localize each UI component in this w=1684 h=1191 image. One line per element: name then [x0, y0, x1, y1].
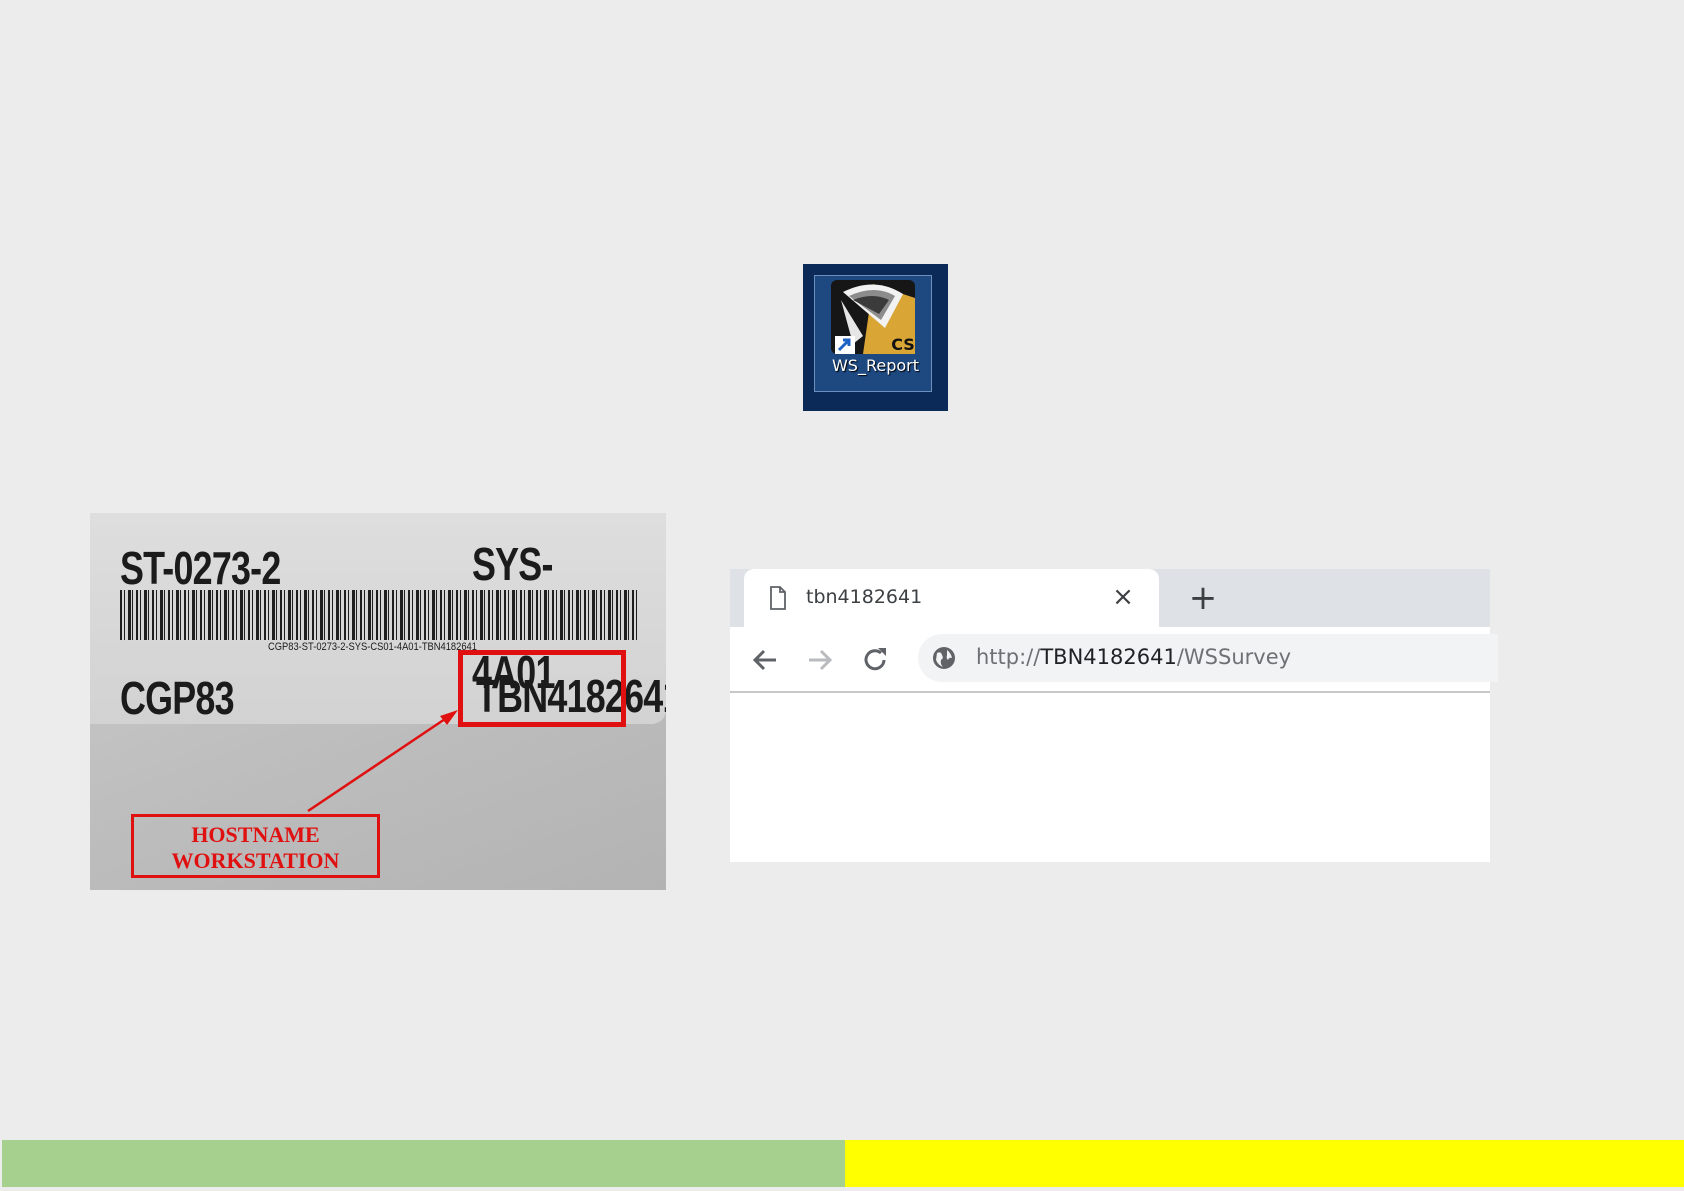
- globe-icon: [933, 647, 955, 669]
- shortcut-badge: CS: [891, 335, 915, 354]
- url-text: http://TBN4182641/WSSurvey: [976, 645, 1291, 669]
- tab-strip: tbn4182641 × +: [730, 569, 1490, 627]
- new-tab-icon[interactable]: +: [1184, 579, 1222, 617]
- footer-bar-right: [845, 1140, 1684, 1187]
- asset-label-photo: ST-0273-2 SYS-CS01-4A01 CGP83-ST-0273-2-…: [90, 513, 666, 890]
- address-bar[interactable]: http://TBN4182641/WSSurvey: [918, 634, 1498, 682]
- footer-bar-left: [2, 1140, 845, 1187]
- reload-icon[interactable]: [858, 643, 892, 677]
- back-arrow-icon[interactable]: [748, 643, 782, 677]
- url-path: /WSSurvey: [1176, 645, 1292, 669]
- browser-toolbar: http://TBN4182641/WSSurvey: [730, 627, 1498, 693]
- tab-close-icon[interactable]: ×: [1109, 583, 1137, 611]
- ws-report-app-icon: CS: [831, 280, 915, 354]
- browser-window: tbn4182641 × + http://TBN4182641/WSSurve…: [730, 569, 1498, 862]
- desktop-shortcut[interactable]: CS WS_Report: [803, 264, 948, 411]
- hostname-callout: HOSTNAME WORKSTATION: [131, 814, 380, 878]
- browser-tab[interactable]: tbn4182641 ×: [744, 569, 1159, 627]
- tab-title: tbn4182641: [806, 586, 923, 608]
- url-scheme: http://: [976, 645, 1041, 669]
- url-host: TBN4182641: [1040, 645, 1177, 669]
- slide-canvas: CS WS_Report ST-0273-2 SYS-CS01-4A01 CGP…: [0, 0, 1684, 1191]
- shortcut-label: WS_Report: [831, 356, 919, 375]
- forward-arrow-icon[interactable]: [803, 643, 837, 677]
- document-icon: [770, 586, 786, 610]
- callout-line-2: WORKSTATION: [171, 848, 340, 873]
- callout-line-1: HOSTNAME: [191, 822, 320, 847]
